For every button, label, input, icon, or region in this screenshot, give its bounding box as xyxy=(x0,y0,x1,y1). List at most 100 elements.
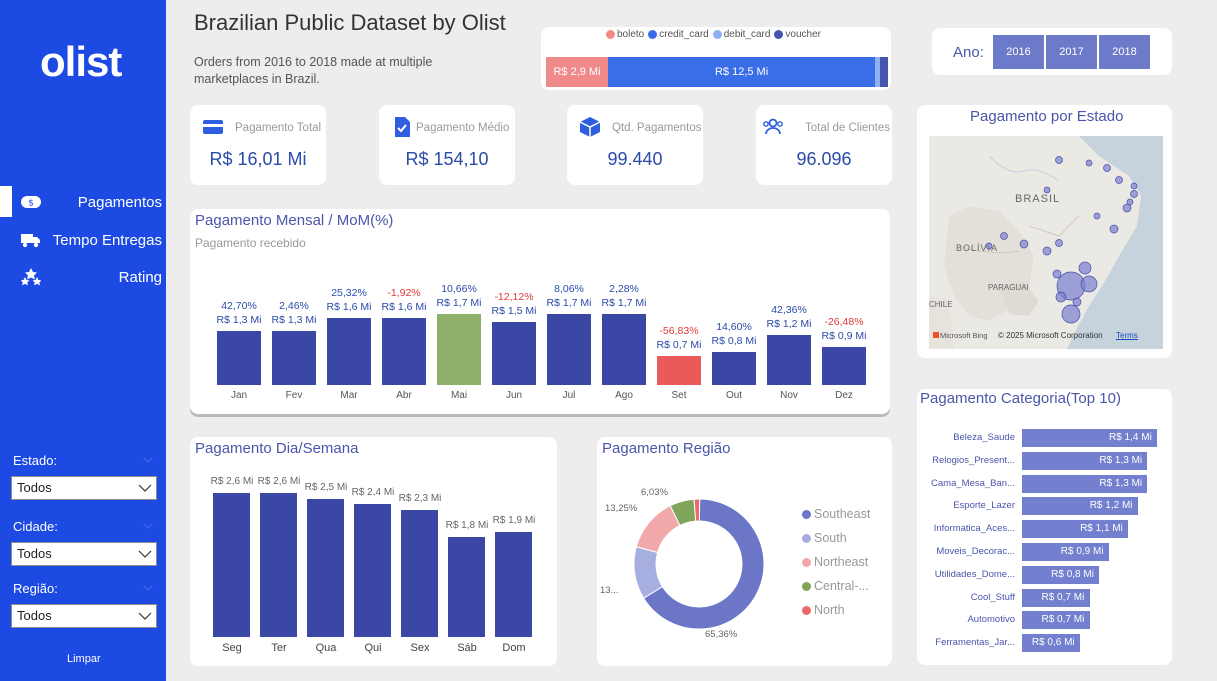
monthly-value-label: R$ 0,8 Mi xyxy=(711,334,757,347)
chevron-down-icon xyxy=(138,612,152,620)
nav-label-pagamentos: Pagamentos xyxy=(77,193,162,211)
monthly-mom-label: -26,48% xyxy=(824,316,864,329)
region-pct-label: 13,25% xyxy=(605,503,638,514)
weekday-value-label: R$ 1,9 Mi xyxy=(492,514,536,526)
monthly-mom-label: 42,36% xyxy=(771,303,807,316)
monthly-bar xyxy=(382,318,426,385)
category-value-label: R$ 1,4 Mi xyxy=(1109,432,1152,443)
monthly-x-label: Out xyxy=(725,390,743,401)
monthly-x-label: Jun xyxy=(505,390,523,401)
kpi-pagamento-medio: Pagamento Médio R$ 154,10 xyxy=(379,105,515,185)
monthly-bar xyxy=(272,330,316,385)
monthly-bar xyxy=(217,330,261,385)
legend-dot xyxy=(606,30,615,39)
monthly-value-label: R$ 1,7 Mi xyxy=(601,297,647,309)
monthly-x-label: Dez xyxy=(835,390,853,401)
legend-dot xyxy=(802,509,811,519)
legend-label: North xyxy=(814,603,845,617)
chevron-down-icon[interactable] xyxy=(143,583,153,593)
category-label: Automotivo xyxy=(967,614,1015,626)
monthly-bar xyxy=(602,314,646,385)
region-payment-chart: Pagamento Região 6,03% 13,25% 13... 65,3… xyxy=(597,437,892,666)
legend-label: South xyxy=(814,531,847,545)
map-terms-link[interactable]: Terms xyxy=(1116,331,1138,340)
legend-label: Northeast xyxy=(814,555,869,569)
legend-label: Southeast xyxy=(814,507,871,521)
weekday-value-label: R$ 2,3 Mi xyxy=(398,492,442,504)
kpi-pagamento-total: Pagamento Total R$ 16,01 Mi xyxy=(190,105,326,185)
chevron-down-icon[interactable] xyxy=(143,455,153,465)
category-value-label: R$ 0,7 Mi xyxy=(1041,614,1085,626)
category-row: Relogios_Present... R$ 1,3 Mi xyxy=(917,451,1172,470)
region-pct-label: 13... xyxy=(600,585,619,596)
clear-filters-button[interactable]: Limpar xyxy=(67,653,101,665)
payment-legend-item: boleto xyxy=(606,29,644,40)
year-button-2016[interactable]: 2016 xyxy=(993,35,1044,69)
year-slicer-label: Ano: xyxy=(953,44,984,61)
category-row: Esporte_Lazer R$ 1,2 Mi xyxy=(917,497,1172,516)
monthly-payment-chart: Pagamento Mensal / MoM(%) Pagamento rece… xyxy=(190,209,890,414)
category-row: Cool_Stuff R$ 0,7 Mi xyxy=(917,588,1172,607)
monthly-value-label: R$ 1,3 Mi xyxy=(271,313,317,326)
kpi-value: R$ 16,01 Mi xyxy=(209,149,307,169)
olist-logo: olist xyxy=(40,38,122,85)
category-label: Relogios_Present... xyxy=(932,454,1015,466)
weekday-bar xyxy=(307,498,344,637)
region-legend-item: Northeast xyxy=(802,555,868,569)
nav-item-pagamentos[interactable]: $ Pagamentos xyxy=(0,186,166,218)
package-icon xyxy=(579,117,601,137)
monthly-bar xyxy=(547,314,591,385)
estado-select[interactable]: Todos xyxy=(11,476,157,500)
microsoft-logo-icon xyxy=(933,332,939,338)
regiao-select[interactable]: Todos xyxy=(11,604,157,628)
weekday-x-label: Seg xyxy=(222,642,242,654)
chevron-down-icon xyxy=(138,484,152,492)
nav-item-tempo-entregas[interactable]: Tempo Entregas xyxy=(0,224,166,256)
weekday-bar xyxy=(495,531,532,637)
chevron-down-icon[interactable] xyxy=(143,521,153,531)
page-title: Brazilian Public Dataset by Olist xyxy=(194,10,506,35)
kpi-value: 99.440 xyxy=(607,149,663,169)
cidade-select[interactable]: Todos xyxy=(11,542,157,566)
kpi-label: Pagamento Total xyxy=(235,122,322,134)
monthly-x-label: Mar xyxy=(340,390,358,401)
regiao-select-value: Todos xyxy=(17,608,52,623)
monthly-bar xyxy=(712,351,756,385)
category-row: Cama_Mesa_Ban... R$ 1,3 Mi xyxy=(917,474,1172,493)
category-label: Esporte_Lazer xyxy=(953,500,1015,512)
kpi-label: Pagamento Médio xyxy=(416,122,510,134)
monthly-x-label: Fev xyxy=(285,390,303,401)
sidebar: olist $ Pagamentos Tempo Entregas Rating… xyxy=(0,0,166,681)
region-legend-item: Central-... xyxy=(802,579,869,593)
monthly-bar xyxy=(767,334,811,385)
credit-card-icon xyxy=(203,120,223,134)
weekday-x-label: Sáb xyxy=(457,642,477,654)
year-button-2017[interactable]: 2017 xyxy=(1046,35,1097,69)
payment-type-stacked-bar: R$ 2,9 Mi R$ 12,5 Mi xyxy=(546,57,888,87)
category-value-label: R$ 1,1 Mi xyxy=(1080,523,1123,535)
filter-label-cidade: Cidade: xyxy=(13,519,58,534)
region-legend-item: North xyxy=(802,603,845,617)
year-button-2018[interactable]: 2018 xyxy=(1099,35,1150,69)
kpi-label: Total de Clientes xyxy=(805,122,891,134)
legend-dot xyxy=(802,605,811,615)
weekday-bar xyxy=(401,509,438,637)
monthly-bar xyxy=(437,314,481,385)
category-value-label: R$ 0,6 Mi xyxy=(1031,637,1075,649)
nav-item-rating[interactable]: Rating xyxy=(0,261,166,293)
category-label: Ferramentas_Jar... xyxy=(935,637,1015,649)
cidade-select-value: Todos xyxy=(17,546,52,561)
legend-label: credit_card xyxy=(659,29,709,40)
payment-legend-item: voucher xyxy=(774,29,821,40)
weekday-x-label: Sex xyxy=(410,642,430,654)
category-value-label: R$ 1,3 Mi xyxy=(1099,454,1143,466)
map-title: Pagamento por Estado xyxy=(970,108,1124,125)
monthly-x-label: Mai xyxy=(450,390,468,401)
category-row: Ferramentas_Jar... R$ 0,6 Mi xyxy=(917,634,1172,653)
weekday-x-label: Ter xyxy=(271,642,287,654)
year-slicer: Ano: 2016 2017 2018 xyxy=(932,28,1172,75)
payment-map[interactable]: BRASIL BOLÍVIA PARAGUAI CHILE Microsoft … xyxy=(929,136,1163,349)
category-label: Moveis_Decorac... xyxy=(936,546,1015,557)
category-label: Informatica_Aces... xyxy=(933,523,1015,535)
kpi-label: Qtd. Pagamentos xyxy=(612,122,702,134)
